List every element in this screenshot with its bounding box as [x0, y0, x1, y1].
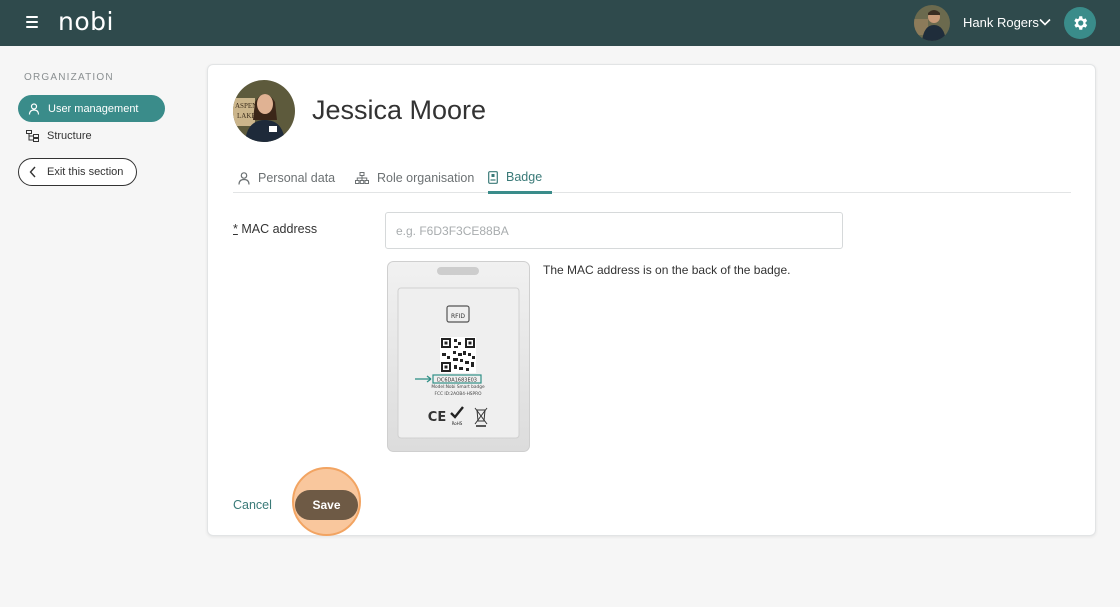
user-icon [28, 102, 40, 115]
badge-mac-sample: DC6DA1683E03 [437, 378, 477, 384]
exit-section-label: Exit this section [47, 166, 124, 178]
tab-personal-data[interactable]: Personal data [238, 163, 335, 193]
app-logo[interactable]: nobi [58, 7, 114, 36]
rohs-mark: RoHS [452, 421, 463, 426]
sidebar-item-label: User management [48, 102, 139, 115]
tab-label: Personal data [258, 171, 336, 185]
badge-icon [488, 170, 498, 184]
sidebar-section-title: ORGANIZATION [24, 72, 114, 83]
badge-fcc-text: FCC ID:2AOB4-HSPRO [435, 391, 483, 397]
structure-icon [26, 130, 39, 142]
ce-mark: CE [428, 410, 446, 425]
exit-section-button[interactable]: Exit this section [18, 158, 137, 186]
tab-badge[interactable]: Badge [488, 163, 552, 194]
profile-tabs: Personal data Role organisation Badge [233, 163, 1071, 194]
tab-label: Badge [506, 170, 543, 184]
badge-model-text: Model:Nobi Smart badge [431, 384, 485, 390]
user-detail-card: ASPEN LAKE Jessica Moore Personal data R… [207, 64, 1096, 536]
top-bar: nobi Hank Rogers [0, 0, 1120, 46]
mac-address-input[interactable] [385, 212, 843, 249]
rfid-text: RFID [451, 313, 465, 320]
mac-address-label-text: MAC address [241, 222, 318, 236]
hamburger-icon[interactable] [26, 16, 38, 30]
user-avatar[interactable] [914, 5, 950, 41]
svg-text:ASPEN: ASPEN [235, 102, 257, 110]
hierarchy-icon [355, 172, 369, 184]
mac-hint-text: The MAC address is on the back of the ba… [543, 263, 791, 277]
chevron-down-icon[interactable] [1038, 15, 1052, 29]
sidebar-item-structure[interactable]: Structure [26, 130, 92, 142]
settings-button[interactable] [1064, 7, 1096, 39]
sidebar-item-label: Structure [47, 130, 92, 142]
gear-icon [1074, 16, 1088, 30]
chevron-left-icon [29, 166, 36, 178]
profile-name: Jessica Moore [312, 95, 487, 125]
svg-text:LAKE: LAKE [237, 112, 256, 120]
tab-role-organisation[interactable]: Role organisation [355, 163, 474, 193]
mac-address-label: * MAC address [233, 222, 317, 236]
sidebar-item-user-management[interactable]: User management [18, 95, 165, 122]
tab-label: Role organisation [377, 171, 475, 185]
required-mark: * [233, 222, 238, 236]
save-button[interactable]: Save [295, 490, 358, 520]
cancel-button[interactable]: Cancel [233, 498, 272, 512]
person-icon [238, 171, 250, 185]
profile-avatar: ASPEN LAKE [233, 80, 295, 142]
user-name[interactable]: Hank Rogers [963, 15, 1039, 30]
badge-back-image: RFID DC6DA1683E03 Model:Nobi Smart badge… [387, 261, 530, 452]
